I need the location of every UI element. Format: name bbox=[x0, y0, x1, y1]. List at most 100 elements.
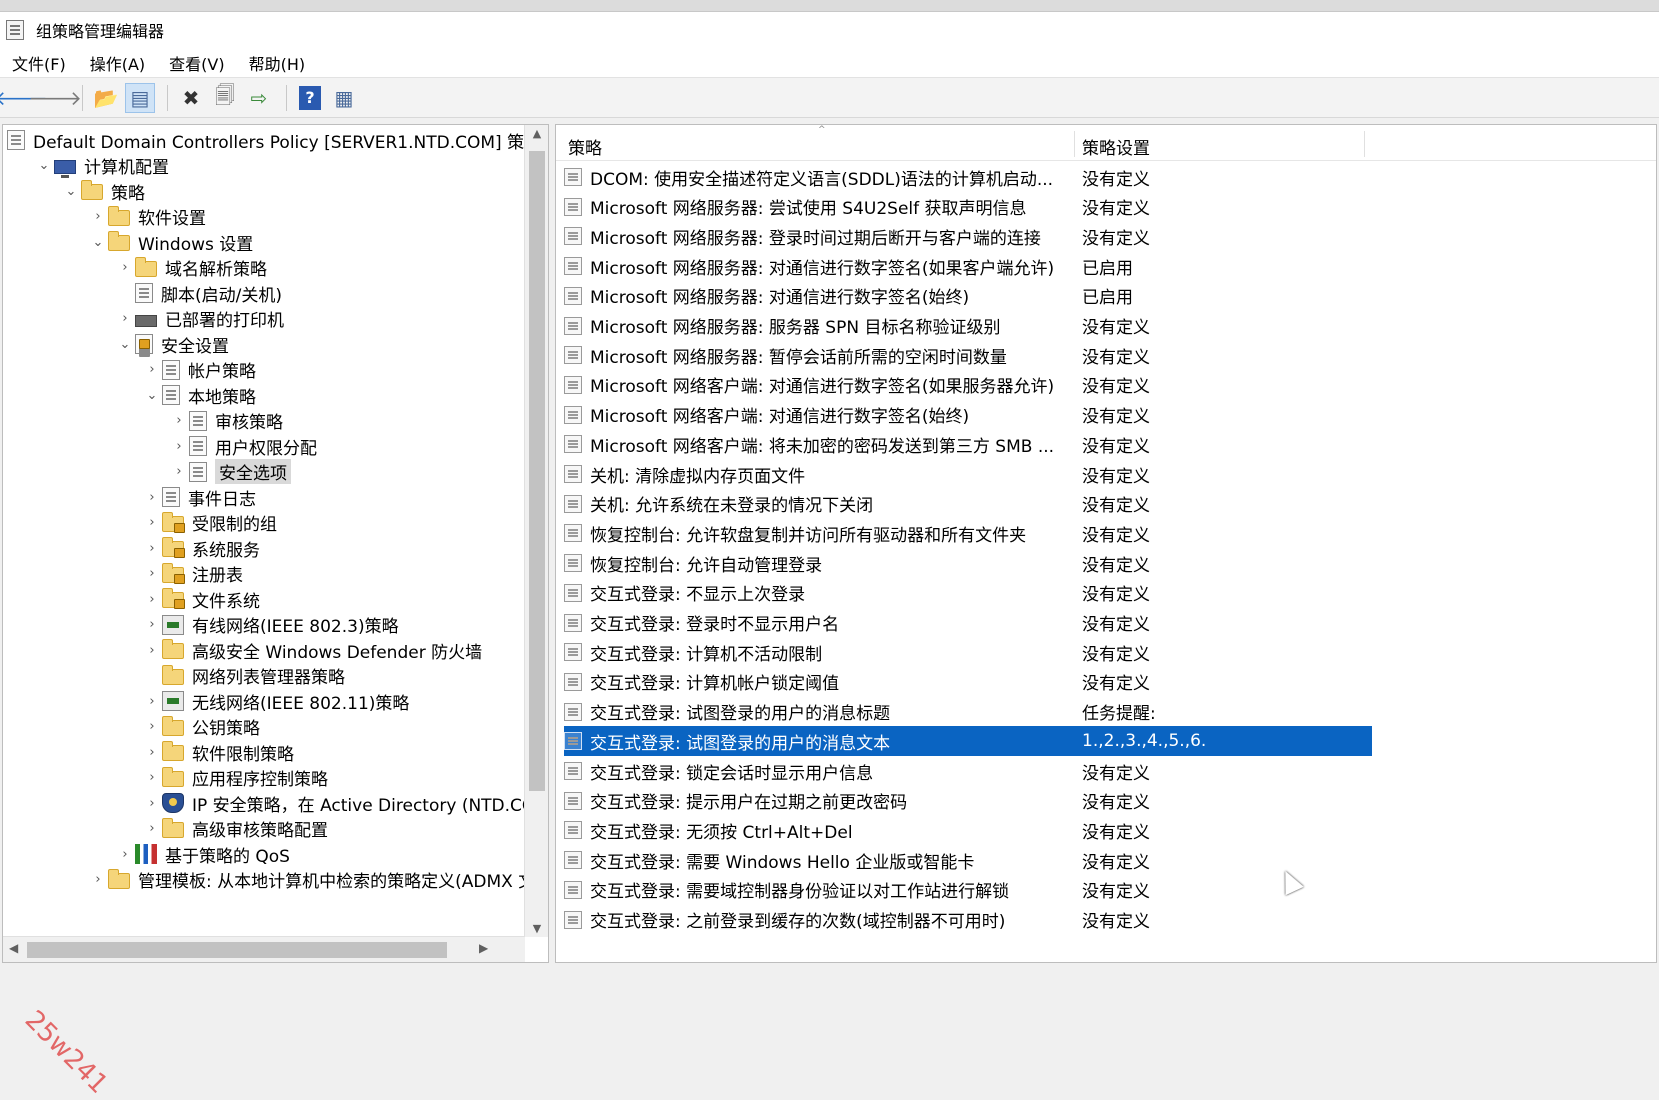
tree-node[interactable]: › 受限制的组 bbox=[142, 510, 277, 536]
list-row[interactable]: 关机: 允许系统在未登录的情况下关闭 没有定义 bbox=[564, 489, 1372, 519]
column-header-setting[interactable]: 策略设置 bbox=[1082, 134, 1150, 159]
expand-chevron-icon[interactable]: › bbox=[142, 541, 162, 556]
tree-node[interactable]: › 高级审核策略配置 bbox=[142, 816, 328, 842]
tree-node[interactable]: ⌄ 计算机配置 bbox=[34, 153, 169, 179]
tree-horizontal-scrollbar[interactable]: ◀ ▶ bbox=[3, 936, 525, 962]
list-row[interactable]: Microsoft 网络服务器: 登录时间过期后断开与客户端的连接 没有定义 bbox=[564, 221, 1372, 251]
collapse-chevron-icon[interactable]: ⌄ bbox=[115, 337, 135, 352]
expand-chevron-icon[interactable]: › bbox=[88, 209, 108, 224]
list-row[interactable]: 恢复控制台: 允许软盘复制并访问所有驱动器和所有文件夹 没有定义 bbox=[564, 518, 1372, 548]
list-row[interactable]: 交互式登录: 登录时不显示用户名 没有定义 bbox=[564, 608, 1372, 638]
expand-chevron-icon[interactable]: › bbox=[142, 643, 162, 658]
tree-node[interactable]: › 注册表 bbox=[142, 561, 243, 587]
tree-node[interactable]: ⌄ Windows 设置 bbox=[88, 229, 253, 255]
action-pane-icon[interactable]: ▦ bbox=[329, 83, 359, 113]
tree-node[interactable]: › 安全选项 bbox=[169, 459, 291, 485]
help-icon[interactable]: ? bbox=[299, 85, 321, 110]
expand-chevron-icon[interactable]: › bbox=[142, 592, 162, 607]
tree-node[interactable]: › 用户权限分配 bbox=[169, 433, 317, 459]
expand-chevron-icon[interactable]: › bbox=[142, 719, 162, 734]
tree-node[interactable]: Default Domain Controllers Policy [SERVE… bbox=[7, 127, 541, 153]
tree-node[interactable]: › 有线网络(IEEE 802.3)策略 bbox=[142, 612, 399, 638]
collapse-chevron-icon[interactable]: ⌄ bbox=[61, 184, 81, 199]
export-list-icon[interactable]: ⇨ bbox=[244, 83, 274, 113]
list-row[interactable]: 交互式登录: 试图登录的用户的消息标题 任务提醒: bbox=[564, 697, 1372, 727]
menu-action[interactable]: 操作(A) bbox=[90, 51, 145, 75]
scroll-right-arrow-icon[interactable]: ▶ bbox=[479, 941, 488, 955]
scrollbar-thumb[interactable] bbox=[27, 942, 447, 958]
up-folder-icon[interactable]: 📂 bbox=[91, 83, 121, 113]
menu-help[interactable]: 帮助(H) bbox=[249, 51, 306, 75]
collapse-chevron-icon[interactable]: ⌄ bbox=[88, 235, 108, 250]
forward-arrow-icon[interactable]: 🡒 bbox=[28, 83, 82, 113]
expand-chevron-icon[interactable]: › bbox=[142, 821, 162, 836]
expand-chevron-icon[interactable]: › bbox=[142, 515, 162, 530]
expand-chevron-icon[interactable]: › bbox=[115, 847, 135, 862]
tree-node[interactable]: › 高级安全 Windows Defender 防火墙 bbox=[142, 637, 482, 663]
scroll-down-arrow-icon[interactable]: ▼ bbox=[525, 922, 548, 935]
list-row[interactable]: Microsoft 网络服务器: 尝试使用 S4U2Self 获取声明信息 没有定… bbox=[564, 192, 1372, 222]
menu-file[interactable]: 文件(F) bbox=[12, 51, 66, 75]
list-row[interactable]: Microsoft 网络服务器: 暂停会话前所需的空闲时间数量 没有定义 bbox=[564, 340, 1372, 370]
expand-chevron-icon[interactable]: › bbox=[142, 617, 162, 632]
scroll-left-arrow-icon[interactable]: ◀ bbox=[9, 941, 18, 955]
list-row[interactable]: 交互式登录: 之前登录到缓存的次数(域控制器不可用时) 没有定义 bbox=[564, 905, 1372, 935]
expand-chevron-icon[interactable]: › bbox=[142, 745, 162, 760]
expand-chevron-icon[interactable]: › bbox=[115, 260, 135, 275]
list-row[interactable]: DCOM: 使用安全描述符定义语言(SDDL)语法的计算机启动... 没有定义 bbox=[564, 162, 1372, 192]
tree-node[interactable]: › IP 安全策略，在 Active Directory (NTD.COM) bbox=[142, 790, 548, 816]
properties-icon[interactable]: 🗐 bbox=[210, 83, 240, 113]
list-row[interactable]: 交互式登录: 不显示上次登录 没有定义 bbox=[564, 578, 1372, 608]
list-row-selected[interactable]: 交互式登录: 试图登录的用户的消息文本 1.,2.,3.,4.,5.,6. bbox=[564, 726, 1372, 757]
column-divider[interactable] bbox=[1364, 131, 1365, 157]
menu-view[interactable]: 查看(V) bbox=[169, 51, 224, 75]
tree-node[interactable]: › 应用程序控制策略 bbox=[142, 765, 328, 791]
expand-chevron-icon[interactable]: › bbox=[142, 796, 162, 811]
expand-chevron-icon[interactable]: › bbox=[142, 694, 162, 709]
tree-node[interactable]: › 软件限制策略 bbox=[142, 739, 294, 765]
collapse-chevron-icon[interactable]: ⌄ bbox=[34, 158, 54, 173]
tree-node[interactable]: › 文件系统 bbox=[142, 586, 260, 612]
list-row[interactable]: 交互式登录: 计算机不活动限制 没有定义 bbox=[564, 637, 1372, 667]
tree-node[interactable]: ⌄ 本地策略 bbox=[142, 382, 256, 408]
scroll-up-arrow-icon[interactable]: ▲ bbox=[525, 127, 548, 140]
expand-chevron-icon[interactable]: › bbox=[115, 311, 135, 326]
tree-node[interactable]: › 管理模板: 从本地计算机中检索的策略定义(ADMX 文件) bbox=[88, 867, 548, 893]
tree-node[interactable]: › 软件设置 bbox=[88, 204, 206, 230]
column-divider[interactable] bbox=[1074, 131, 1075, 157]
tree-node[interactable]: › 事件日志 bbox=[142, 484, 256, 510]
tree-node[interactable]: 脚本(启动/关机) bbox=[115, 280, 282, 306]
list-row[interactable]: 交互式登录: 需要 Windows Hello 企业版或智能卡 没有定义 bbox=[564, 845, 1372, 875]
tree-node[interactable]: › 公钥策略 bbox=[142, 714, 260, 740]
expand-chevron-icon[interactable]: › bbox=[142, 566, 162, 581]
tree-node[interactable]: 网络列表管理器策略 bbox=[142, 663, 345, 689]
collapse-chevron-icon[interactable]: ⌄ bbox=[142, 388, 162, 403]
column-header-policy[interactable]: 策略 bbox=[568, 134, 602, 159]
list-row[interactable]: Microsoft 网络客户端: 将未加密的密码发送到第三方 SMB ... 没有… bbox=[564, 429, 1372, 459]
delete-icon[interactable]: ✖ bbox=[176, 83, 206, 113]
expand-chevron-icon[interactable]: › bbox=[169, 413, 189, 428]
list-row[interactable]: Microsoft 网络服务器: 服务器 SPN 目标名称验证级别 没有定义 bbox=[564, 311, 1372, 341]
tree-node[interactable]: › 已部署的打印机 bbox=[115, 306, 284, 332]
list-row[interactable]: 交互式登录: 计算机帐户锁定阈值 没有定义 bbox=[564, 667, 1372, 697]
tree-node[interactable]: › 系统服务 bbox=[142, 535, 260, 561]
tree-node[interactable]: › 域名解析策略 bbox=[115, 255, 267, 281]
list-row[interactable]: 交互式登录: 需要域控制器身份验证以对工作站进行解锁 没有定义 bbox=[564, 875, 1372, 905]
expand-chevron-icon[interactable]: › bbox=[142, 490, 162, 505]
expand-chevron-icon[interactable]: › bbox=[142, 362, 162, 377]
list-row[interactable]: 恢复控制台: 允许自动管理登录 没有定义 bbox=[564, 548, 1372, 578]
list-row[interactable]: Microsoft 网络服务器: 对通信进行数字签名(如果客户端允许) 已启用 bbox=[564, 251, 1372, 281]
tree-node[interactable]: › 基于策略的 QoS bbox=[115, 841, 290, 867]
tree-node[interactable]: › 帐户策略 bbox=[142, 357, 256, 383]
list-row[interactable]: 交互式登录: 无须按 Ctrl+Alt+Del 没有定义 bbox=[564, 815, 1372, 845]
scrollbar-thumb[interactable] bbox=[529, 151, 545, 791]
list-row[interactable]: Microsoft 网络客户端: 对通信进行数字签名(如果服务器允许) 没有定义 bbox=[564, 370, 1372, 400]
expand-chevron-icon[interactable]: › bbox=[169, 439, 189, 454]
list-row[interactable]: Microsoft 网络客户端: 对通信进行数字签名(始终) 没有定义 bbox=[564, 400, 1372, 430]
tree-node[interactable]: ⌄ 安全设置 bbox=[115, 331, 229, 357]
list-row[interactable]: 交互式登录: 锁定会话时显示用户信息 没有定义 bbox=[564, 756, 1372, 786]
list-row[interactable]: 交互式登录: 提示用户在过期之前更改密码 没有定义 bbox=[564, 786, 1372, 816]
tree-node[interactable]: › 审核策略 bbox=[169, 408, 283, 434]
expand-chevron-icon[interactable]: › bbox=[142, 770, 162, 785]
list-row[interactable]: 关机: 清除虚拟内存页面文件 没有定义 bbox=[564, 459, 1372, 489]
